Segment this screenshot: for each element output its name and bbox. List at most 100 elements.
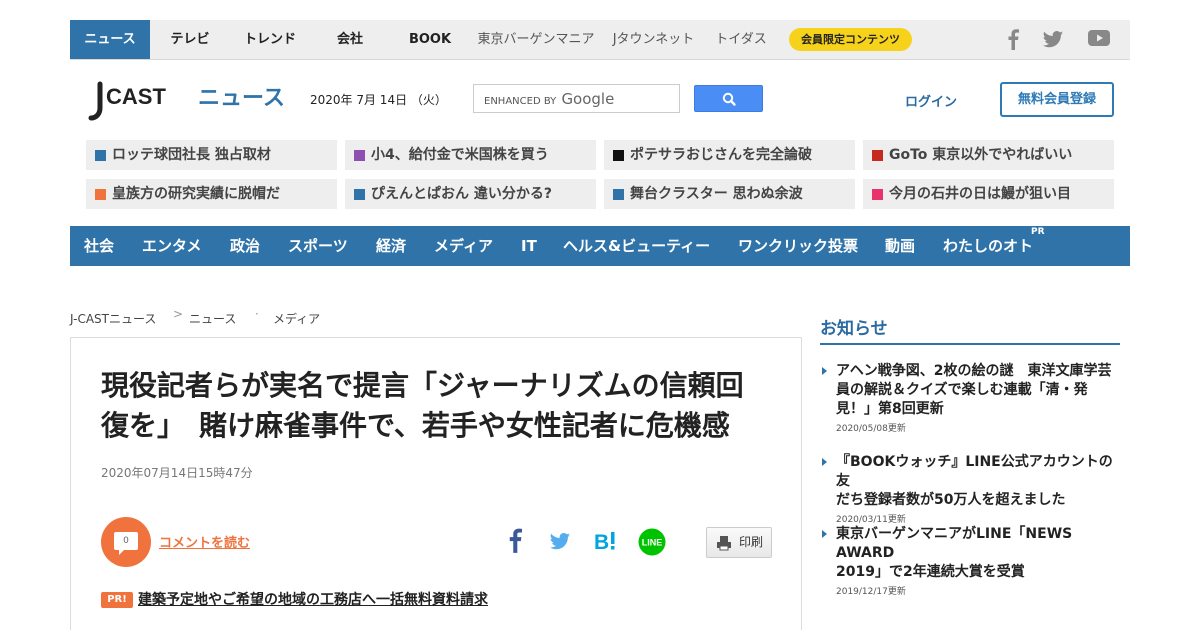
search-enhanced-label: ENHANCED BY xyxy=(484,96,557,107)
line-icon[interactable]: LINE xyxy=(638,528,666,556)
trending-tag-label: 今月の石井の日は鰻が狙い目 xyxy=(889,186,1071,202)
print-button[interactable]: 印刷 xyxy=(706,527,772,558)
pr-ad-link[interactable]: 建築予定地やご希望の地域の工務店へ一括無料資料請求 xyxy=(138,589,488,609)
notice-text-line: 『BOOKウォッチ』LINE公式アカウントの友 xyxy=(836,454,1113,489)
category-it[interactable]: IT xyxy=(521,226,537,266)
register-button[interactable]: 無料会員登録 xyxy=(1000,82,1114,117)
top-nav-item-jtown[interactable]: Jタウンネット xyxy=(606,20,701,59)
notice-text-line: 員の解説＆クイズで楽しむ連載「清・発 xyxy=(836,382,1088,398)
tag-square-icon xyxy=(613,150,624,161)
category-one-click-vote[interactable]: ワンクリック投票 xyxy=(738,226,858,266)
tag-square-icon xyxy=(95,189,106,200)
facebook-icon[interactable] xyxy=(1007,28,1019,50)
trending-tag-label: GoTo 東京以外でやればいい xyxy=(889,147,1073,163)
search-icon xyxy=(722,92,736,106)
trending-tag[interactable]: ロッテ球団社長 独占取材 xyxy=(86,140,337,170)
breadcrumb-separator-icon: > xyxy=(173,307,184,321)
notice-text-line: 東京バーゲンマニアがLINE「NEWS AWARD xyxy=(836,526,1073,561)
top-nav: ニュース テレビ トレンド 会社 BOOK 東京バーゲンマニア Jタウンネット … xyxy=(70,20,1130,60)
notice-text: アヘン戦争図、2枚の絵の謎 東洋文庫学芸 員の解説＆クイズで楽しむ連載「清・発 … xyxy=(836,362,1120,419)
logo-text-news: ニュース xyxy=(198,86,285,111)
jcast-logo[interactable]: CAST ニュース xyxy=(86,80,286,124)
trending-tag[interactable]: ポテサラおじさんを完全論破 xyxy=(604,140,855,170)
trending-tag-label: ポテサラおじさんを完全論破 xyxy=(630,147,812,163)
top-nav-item-news[interactable]: ニュース xyxy=(70,20,150,59)
trending-tag[interactable]: 小4、給付金で米国株を買う xyxy=(345,140,596,170)
top-nav-item-book[interactable]: BOOK xyxy=(390,20,470,59)
notice-text-line: アヘン戦争図、2枚の絵の謎 東洋文庫学芸 xyxy=(836,363,1112,379)
trending-tag[interactable]: 皇族方の研究実績に脱帽だ xyxy=(86,179,337,209)
printer-icon xyxy=(717,536,731,551)
sidebar-title: お知らせ xyxy=(820,319,888,339)
pr-badge: PR! xyxy=(101,592,133,608)
notice-item[interactable]: 『BOOKウォッチ』LINE公式アカウントの友 だち登録者数が50万人を超えまし… xyxy=(820,453,1120,525)
article-box: 現役記者らが実名で提言「ジャーナリズムの信頼回 復を」 賭け麻雀事件で、若手や女… xyxy=(70,337,802,630)
category-economy[interactable]: 経済 xyxy=(376,226,406,266)
facebook-icon[interactable] xyxy=(508,527,522,553)
youtube-icon[interactable] xyxy=(1088,30,1110,48)
tag-square-icon xyxy=(354,189,365,200)
notice-text: 東京バーゲンマニアがLINE「NEWS AWARD 2019」で2年連続大賞を受… xyxy=(836,525,1120,582)
notice-item[interactable]: アヘン戦争図、2枚の絵の謎 東洋文庫学芸 員の解説＆クイズで楽しむ連載「清・発 … xyxy=(820,362,1120,434)
top-nav-item-toidas[interactable]: トイダス xyxy=(708,20,774,59)
arrow-right-icon xyxy=(822,458,827,466)
twitter-icon[interactable] xyxy=(1042,28,1064,50)
comment-button[interactable]: 0 xyxy=(101,517,151,567)
twitter-icon[interactable] xyxy=(549,530,571,552)
breadcrumb-home[interactable]: J-CASTニュース xyxy=(70,310,156,327)
logo-text-cast: CAST xyxy=(106,84,166,109)
breadcrumb-news[interactable]: ニュース xyxy=(189,310,236,327)
category-video[interactable]: 動画 xyxy=(885,226,915,266)
trending-tag-label: ロッテ球団社長 独占取材 xyxy=(112,147,271,163)
svg-text:B: B xyxy=(594,531,609,553)
tag-square-icon xyxy=(354,150,365,161)
arrow-right-icon xyxy=(822,530,827,538)
breadcrumb-media[interactable]: メディア xyxy=(273,310,320,327)
tag-square-icon xyxy=(613,189,624,200)
notice-date: 2019/12/17更新 xyxy=(836,587,906,597)
article-title: 現役記者らが実名で提言「ジャーナリズムの信頼回 復を」 賭け麻雀事件で、若手や女… xyxy=(101,366,781,446)
google-label: Google xyxy=(561,90,615,108)
print-label: 印刷 xyxy=(739,535,764,549)
trending-tag[interactable]: GoTo 東京以外でやればいい xyxy=(863,140,1114,170)
trending-tag[interactable]: 今月の石井の日は鰻が狙い目 xyxy=(863,179,1114,209)
category-sports[interactable]: スポーツ xyxy=(288,226,348,266)
trending-tag-label: 皇族方の研究実績に脱帽だ xyxy=(112,186,280,202)
comment-count: 0 xyxy=(114,532,138,555)
category-media[interactable]: メディア xyxy=(434,226,493,266)
category-nav: 社会 エンタメ 政治 スポーツ 経済 メディア IT ヘルス&ビューティー ワン… xyxy=(70,226,1130,266)
comment-link[interactable]: コメントを読む xyxy=(159,532,250,551)
article-title-line: 現役記者らが実名で提言「ジャーナリズムの信頼回 xyxy=(101,369,744,402)
search-input[interactable]: ENHANCED BY Google xyxy=(473,84,680,113)
hatena-icon[interactable]: B xyxy=(594,529,620,553)
category-society[interactable]: 社会 xyxy=(84,226,114,266)
sidebar-divider xyxy=(820,343,1120,345)
tag-square-icon xyxy=(95,150,106,161)
svg-text:LINE: LINE xyxy=(642,538,663,548)
top-nav-item-company[interactable]: 会社 xyxy=(310,20,390,59)
trending-tag-label: ぴえんとぱおん 違い分かる? xyxy=(371,186,552,202)
login-link[interactable]: ログイン xyxy=(905,91,957,110)
trending-tag[interactable]: 舞台クラスター 思わぬ余波 xyxy=(604,179,855,209)
top-nav-item-tv[interactable]: テレビ xyxy=(150,20,230,59)
notice-text-line: だち登録者数が50万人を超えました xyxy=(836,492,1066,508)
notice-text-line: 2019」で2年連続大賞を受賞 xyxy=(836,564,1025,580)
member-content-button[interactable]: 会員限定コンテンツ xyxy=(789,28,912,51)
top-nav-item-bargain[interactable]: 東京バーゲンマニア xyxy=(476,20,596,59)
trending-tag-label: 小4、給付金で米国株を買う xyxy=(371,147,549,163)
article-date: 2020年07月14日15時47分 xyxy=(101,466,253,480)
category-politics[interactable]: 政治 xyxy=(230,226,260,266)
category-health-beauty[interactable]: ヘルス&ビューティー xyxy=(563,226,710,266)
trending-tag[interactable]: ぴえんとぱおん 違い分かる? xyxy=(345,179,596,209)
category-entertainment[interactable]: エンタメ xyxy=(142,226,202,266)
notice-date: 2020/03/11更新 xyxy=(836,515,906,525)
notice-date: 2020/05/08更新 xyxy=(836,424,906,434)
top-nav-item-trend[interactable]: トレンド xyxy=(230,20,310,59)
search-button[interactable] xyxy=(694,85,763,112)
notice-item[interactable]: 東京バーゲンマニアがLINE「NEWS AWARD 2019」で2年連続大賞を受… xyxy=(820,525,1120,597)
trending-tag-label: 舞台クラスター 思わぬ余波 xyxy=(630,186,803,202)
notice-text: 『BOOKウォッチ』LINE公式アカウントの友 だち登録者数が50万人を超えまし… xyxy=(836,453,1120,510)
category-watashi-no-oto[interactable]: わたしのオト xyxy=(943,226,1033,266)
pr-label: PR xyxy=(1031,227,1045,237)
arrow-right-icon xyxy=(822,367,827,375)
